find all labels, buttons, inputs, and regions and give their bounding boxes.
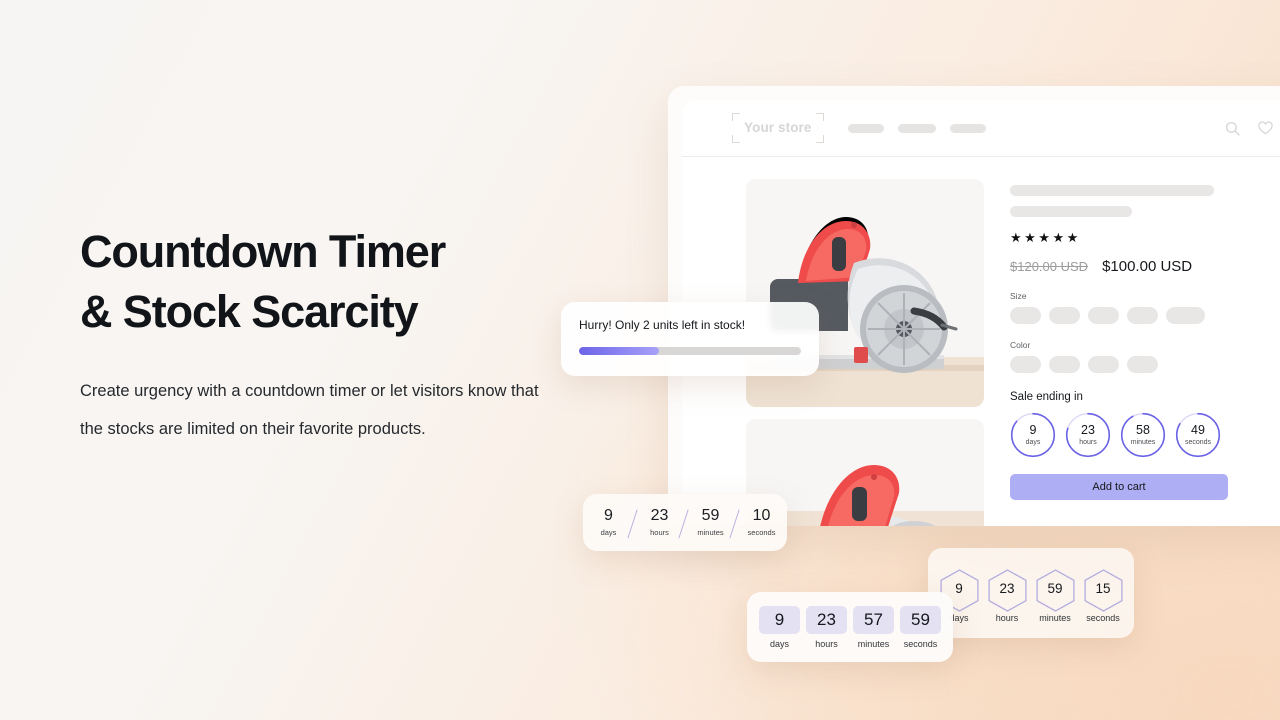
countdown-value: 59 bbox=[1047, 581, 1063, 597]
countdown-value: 10 bbox=[752, 507, 771, 524]
hero-description: Create urgency with a countdown timer or… bbox=[80, 382, 539, 438]
color-option[interactable] bbox=[1127, 356, 1158, 373]
countdown-value: 23 bbox=[999, 581, 1015, 597]
hex-unit-hours: 23 hours bbox=[984, 567, 1031, 623]
countdown-label: minutes bbox=[697, 528, 724, 537]
slash-countdown-card: 9 days 23 hours 59 minutes 10 seconds bbox=[583, 494, 787, 551]
countdown-label: minutes bbox=[857, 638, 890, 649]
size-option[interactable] bbox=[1166, 307, 1205, 324]
size-option[interactable] bbox=[1127, 307, 1158, 324]
bracket-bottom-right bbox=[815, 135, 824, 143]
countdown-label: days bbox=[1025, 439, 1041, 447]
size-option[interactable] bbox=[1010, 307, 1041, 324]
countdown-value: 58 bbox=[1136, 422, 1150, 437]
bracket-top-right bbox=[815, 113, 824, 121]
size-options bbox=[1010, 307, 1280, 324]
slash-unit-hours: 23 hours bbox=[634, 507, 685, 538]
color-option[interactable] bbox=[1088, 356, 1119, 373]
slash-unit-seconds: 10 seconds bbox=[736, 507, 787, 538]
countdown-label: seconds bbox=[747, 528, 776, 537]
box-unit-seconds: 59 seconds bbox=[900, 605, 941, 649]
slash-unit-days: 9 days bbox=[583, 507, 634, 538]
countdown-unit-hours: 23 hours bbox=[1065, 412, 1111, 458]
nav-item-placeholder[interactable] bbox=[847, 123, 884, 133]
nav-item-placeholder[interactable] bbox=[897, 123, 936, 133]
heart-icon[interactable] bbox=[1258, 121, 1273, 135]
stock-progress-fill bbox=[579, 347, 659, 355]
hex-unit-seconds: 15 seconds bbox=[1080, 567, 1127, 623]
rating-stars: ★★★★★ bbox=[1010, 230, 1081, 245]
countdown-label: days bbox=[600, 528, 617, 537]
add-to-cart-button[interactable]: Add to cart bbox=[1010, 474, 1228, 500]
store-logo-placeholder: Your store bbox=[732, 113, 824, 143]
countdown-label: seconds bbox=[1086, 613, 1120, 623]
countdown-value: 15 bbox=[1095, 581, 1111, 597]
product-subtitle-placeholder bbox=[1010, 206, 1132, 217]
hex-unit-minutes: 59 minutes bbox=[1032, 567, 1079, 623]
boxed-countdown-card: 9 days 23 hours 57 minutes 59 seconds bbox=[747, 592, 953, 662]
stock-scarcity-card: Hurry! Only 2 units left in stock! bbox=[561, 302, 819, 376]
box-unit-minutes: 57 minutes bbox=[853, 605, 894, 649]
hero-copy: Countdown Timer & Stock Scarcity Create … bbox=[80, 222, 550, 448]
size-option[interactable] bbox=[1088, 307, 1119, 324]
countdown-value: 59 bbox=[900, 605, 941, 634]
countdown-value: 9 bbox=[759, 605, 800, 634]
countdown-label: minutes bbox=[1039, 613, 1071, 623]
countdown-value: 59 bbox=[701, 507, 720, 524]
countdown-value: 9 bbox=[604, 507, 613, 524]
countdown-unit-seconds: 49 seconds bbox=[1175, 412, 1221, 458]
color-option[interactable] bbox=[1010, 356, 1041, 373]
countdown-label: hours bbox=[650, 528, 669, 537]
countdown-value: 23 bbox=[1081, 422, 1095, 437]
color-label: Color bbox=[1010, 340, 1031, 350]
countdown-value: 9 bbox=[955, 581, 963, 597]
countdown-value: 23 bbox=[650, 507, 669, 524]
headline-line-1: Countdown Timer bbox=[80, 226, 446, 277]
ring-countdown-timer: 9 days 23 hours 58 minutes 49 seconds bbox=[1010, 412, 1280, 458]
bracket-bottom-left bbox=[732, 135, 740, 143]
size-label: Size bbox=[1010, 291, 1027, 301]
color-options bbox=[1010, 356, 1280, 373]
countdown-unit-minutes: 58 minutes bbox=[1120, 412, 1166, 458]
product-info: ★★★★★ $120.00 USD $100.00 USD Size Color bbox=[1010, 179, 1280, 526]
hexagon-countdown-card: 9 days 23 hours 59 minutes 15 seconds bbox=[928, 548, 1134, 638]
countdown-label: days bbox=[769, 638, 789, 649]
countdown-label: hours bbox=[1079, 439, 1097, 447]
box-unit-days: 9 days bbox=[759, 605, 800, 649]
box-unit-hours: 23 hours bbox=[806, 605, 847, 649]
countdown-label: hours bbox=[995, 613, 1019, 623]
product-title-placeholder bbox=[1010, 185, 1214, 196]
nav-item-placeholder[interactable] bbox=[949, 123, 986, 133]
countdown-value: 57 bbox=[853, 605, 894, 634]
size-option[interactable] bbox=[1049, 307, 1080, 324]
color-option[interactable] bbox=[1049, 356, 1080, 373]
price-original: $120.00 USD bbox=[1010, 259, 1089, 274]
price-row: $120.00 USD $100.00 USD bbox=[1010, 258, 1280, 275]
headline-line-2: & Stock Scarcity bbox=[80, 286, 419, 337]
price-current: $100.00 USD bbox=[1102, 258, 1193, 275]
countdown-label: hours bbox=[815, 638, 838, 649]
store-header-icons bbox=[1225, 121, 1280, 136]
countdown-value: 23 bbox=[806, 605, 847, 634]
countdown-value: 9 bbox=[1029, 422, 1037, 437]
stock-scarcity-message: Hurry! Only 2 units left in stock! bbox=[579, 318, 746, 332]
store-nav bbox=[847, 123, 986, 133]
search-icon[interactable] bbox=[1225, 121, 1240, 136]
countdown-label: seconds bbox=[903, 638, 938, 649]
countdown-label: minutes bbox=[1130, 439, 1156, 447]
page-title: Countdown Timer & Stock Scarcity bbox=[80, 222, 550, 342]
bracket-top-left bbox=[732, 113, 740, 121]
countdown-label: seconds bbox=[1184, 439, 1212, 447]
sale-ending-label: Sale ending in bbox=[1010, 391, 1083, 403]
countdown-value: 49 bbox=[1191, 422, 1205, 437]
stock-progress-track bbox=[579, 347, 801, 355]
slash-unit-minutes: 59 minutes bbox=[685, 507, 736, 538]
store-header: Your store bbox=[682, 100, 1280, 157]
countdown-unit-days: 9 days bbox=[1010, 412, 1056, 458]
store-logo-label: Your store bbox=[744, 120, 812, 135]
